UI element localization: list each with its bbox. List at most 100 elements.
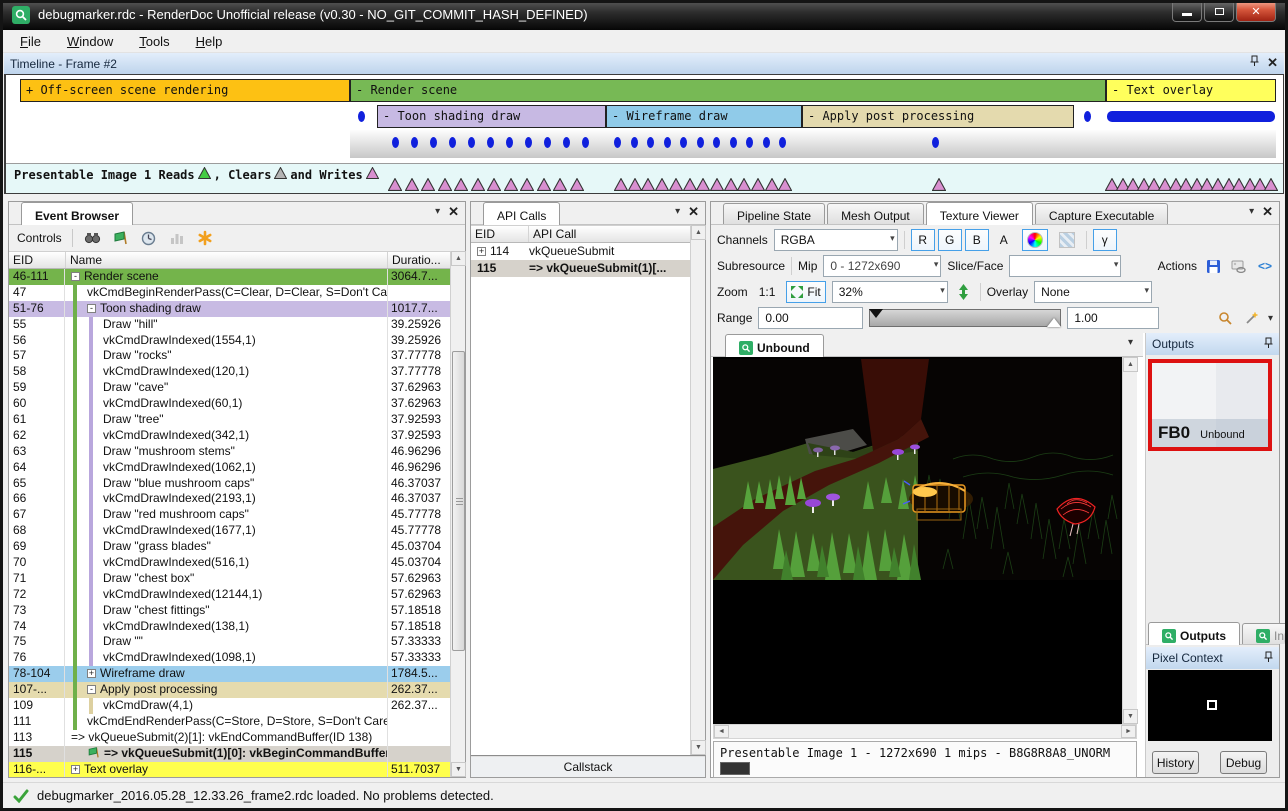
- menu-window[interactable]: Window: [57, 32, 123, 51]
- menu-file[interactable]: File: [10, 32, 51, 51]
- texture-display[interactable]: ▲ ▼: [713, 357, 1137, 724]
- tab-pipeline-state[interactable]: Pipeline State: [723, 203, 825, 224]
- event-row[interactable]: 74vkCmdDrawIndexed(138,1)57.18518: [9, 619, 450, 635]
- event-row[interactable]: 66vkCmdDrawIndexed(2193,1)46.37037: [9, 491, 450, 507]
- chevron-down-icon[interactable]: ▾: [1128, 337, 1133, 348]
- fit-button[interactable]: Fit: [786, 281, 825, 303]
- channel-b-button[interactable]: B: [965, 229, 989, 251]
- api-call-row[interactable]: 115=> vkQueueSubmit(1)[...: [471, 260, 690, 277]
- event-browser-scrollbar[interactable]: ▲ ▼: [450, 251, 465, 777]
- event-row[interactable]: 51-76-Toon shading draw1017.7...: [9, 301, 450, 317]
- timeline-block[interactable]: - Apply post processing: [802, 105, 1074, 128]
- history-button[interactable]: History: [1152, 751, 1199, 774]
- event-row[interactable]: 109vkCmdDraw(4,1)262.37...: [9, 698, 450, 714]
- timeline-block[interactable]: - Text overlay: [1106, 79, 1276, 102]
- event-row[interactable]: 113=> vkQueueSubmit(2)[1]: vkEndCommandB…: [9, 730, 450, 746]
- event-row[interactable]: 47vkCmdBeginRenderPass(C=Clear, D=Clear,…: [9, 285, 450, 301]
- tab-inputs[interactable]: Inputs: [1242, 623, 1288, 644]
- close-panel-icon[interactable]: ✕: [688, 206, 699, 218]
- mip-dropdown[interactable]: 0 - 1272x690▾: [823, 255, 941, 277]
- tab-capture-executable[interactable]: Capture Executable: [1035, 203, 1168, 224]
- find-event-icon[interactable]: [83, 228, 103, 248]
- zoom-range-icon[interactable]: [1216, 308, 1236, 328]
- event-row[interactable]: 71Draw "chest box"57.62963: [9, 571, 450, 587]
- event-row[interactable]: 107-...-Apply post processing262.37...: [9, 682, 450, 698]
- event-row[interactable]: 60vkCmdDrawIndexed(60,1)37.62963: [9, 396, 450, 412]
- chevron-down-icon[interactable]: ▾: [675, 206, 680, 218]
- menu-tools[interactable]: Tools: [129, 32, 179, 51]
- expand-toggle[interactable]: +: [71, 765, 80, 774]
- timeline-block[interactable]: - Render scene: [350, 79, 1106, 102]
- event-row[interactable]: 78-104+Wireframe draw1784.5...: [9, 666, 450, 682]
- collapse-toggle[interactable]: -: [71, 272, 80, 281]
- api-call-row[interactable]: +114vkQueueSubmit: [471, 243, 690, 260]
- event-row[interactable]: 67Draw "red mushroom caps"45.77778: [9, 507, 450, 523]
- event-row[interactable]: 46-111-Render scene3064.7...: [9, 269, 450, 285]
- autofit-wand-icon[interactable]: [1242, 308, 1262, 328]
- pin-icon[interactable]: [1264, 651, 1273, 666]
- range-slider[interactable]: [869, 309, 1061, 327]
- tab-event-browser[interactable]: Event Browser: [21, 202, 133, 225]
- tab-texture-viewer[interactable]: Texture Viewer: [926, 202, 1033, 225]
- event-row[interactable]: 55Draw "hill"39.25926: [9, 317, 450, 333]
- expand-toggle[interactable]: +: [477, 247, 486, 256]
- close-panel-icon[interactable]: ✕: [1267, 57, 1278, 69]
- range-min-field[interactable]: 0.00: [758, 307, 863, 329]
- event-row[interactable]: 59Draw "cave"37.62963: [9, 380, 450, 396]
- event-row[interactable]: 75Draw ""57.33333: [9, 634, 450, 650]
- column-api-call[interactable]: API Call: [529, 226, 705, 242]
- tab-unbound-texture[interactable]: Unbound: [725, 334, 824, 357]
- chevron-down-icon[interactable]: ▾: [1249, 206, 1254, 218]
- scrollbar-thumb[interactable]: [452, 351, 465, 651]
- slice-face-dropdown[interactable]: ▾: [1009, 255, 1121, 277]
- checker-background-button[interactable]: [1054, 229, 1080, 251]
- zoom-1to1-button[interactable]: 1:1: [754, 281, 781, 303]
- event-row[interactable]: 58vkCmdDrawIndexed(120,1)37.77778: [9, 364, 450, 380]
- fb0-thumbnail[interactable]: FB0 Unbound: [1148, 359, 1272, 451]
- custom-action-icon[interactable]: [195, 228, 215, 248]
- event-row[interactable]: 56vkCmdDrawIndexed(1554,1)39.25926: [9, 333, 450, 349]
- event-row[interactable]: 64vkCmdDrawIndexed(1062,1)46.96296: [9, 460, 450, 476]
- pin-icon[interactable]: [1264, 337, 1273, 352]
- channel-a-button[interactable]: A: [992, 229, 1016, 251]
- pin-icon[interactable]: [1250, 55, 1259, 70]
- debug-button[interactable]: Debug: [1220, 751, 1267, 774]
- flip-y-icon[interactable]: [954, 282, 974, 302]
- menu-help[interactable]: Help: [186, 32, 233, 51]
- event-row[interactable]: 62vkCmdDrawIndexed(342,1)37.92593: [9, 428, 450, 444]
- range-max-field[interactable]: 1.00: [1067, 307, 1159, 329]
- event-row[interactable]: 69Draw "grass blades"45.03704: [9, 539, 450, 555]
- shader-code-icon[interactable]: <>: [1255, 256, 1275, 276]
- overlay-dropdown[interactable]: None▾: [1034, 281, 1152, 303]
- event-row[interactable]: 116-...+Text overlay511.7037: [9, 762, 450, 777]
- timeline-block[interactable]: - Wireframe draw: [606, 105, 802, 128]
- maximize-button[interactable]: [1204, 2, 1234, 22]
- event-row[interactable]: 70vkCmdDrawIndexed(516,1)45.03704: [9, 555, 450, 571]
- event-row[interactable]: 111vkCmdEndRenderPass(C=Store, D=Store, …: [9, 714, 450, 730]
- tab-outputs[interactable]: Outputs: [1148, 622, 1240, 645]
- zoom-percent-dropdown[interactable]: 32%▾: [832, 281, 948, 303]
- column-eid[interactable]: EID: [9, 252, 66, 268]
- column-name[interactable]: Name: [66, 252, 388, 268]
- event-row[interactable]: 115=> vkQueueSubmit(1)[0]: vkBeginComman…: [9, 746, 450, 762]
- expand-toggle[interactable]: +: [87, 669, 96, 678]
- tab-api-calls[interactable]: API Calls: [483, 202, 560, 225]
- texture-vertical-scrollbar[interactable]: ▲ ▼: [1122, 357, 1137, 724]
- event-row[interactable]: 73Draw "chest fittings"57.18518: [9, 603, 450, 619]
- range-black-point-handle[interactable]: [869, 309, 883, 318]
- event-row[interactable]: 61Draw "tree"37.92593: [9, 412, 450, 428]
- channel-r-button[interactable]: R: [911, 229, 935, 251]
- close-panel-icon[interactable]: ✕: [1262, 206, 1273, 218]
- range-white-point-handle[interactable]: [1047, 318, 1061, 327]
- open-link-icon[interactable]: [1229, 256, 1249, 276]
- chevron-down-icon[interactable]: ▾: [435, 206, 440, 218]
- gamma-button[interactable]: γ: [1093, 229, 1117, 251]
- column-eid[interactable]: EID: [471, 226, 529, 242]
- callstack-section[interactable]: Callstack: [471, 755, 705, 777]
- timeline-block[interactable]: - Toon shading draw: [377, 105, 606, 128]
- close-panel-icon[interactable]: ✕: [448, 206, 459, 218]
- save-icon[interactable]: [1203, 256, 1223, 276]
- timeline-block[interactable]: + Off-screen scene rendering: [20, 79, 350, 102]
- collapse-toggle[interactable]: -: [87, 685, 96, 694]
- event-row[interactable]: 57Draw "rocks"37.77778: [9, 348, 450, 364]
